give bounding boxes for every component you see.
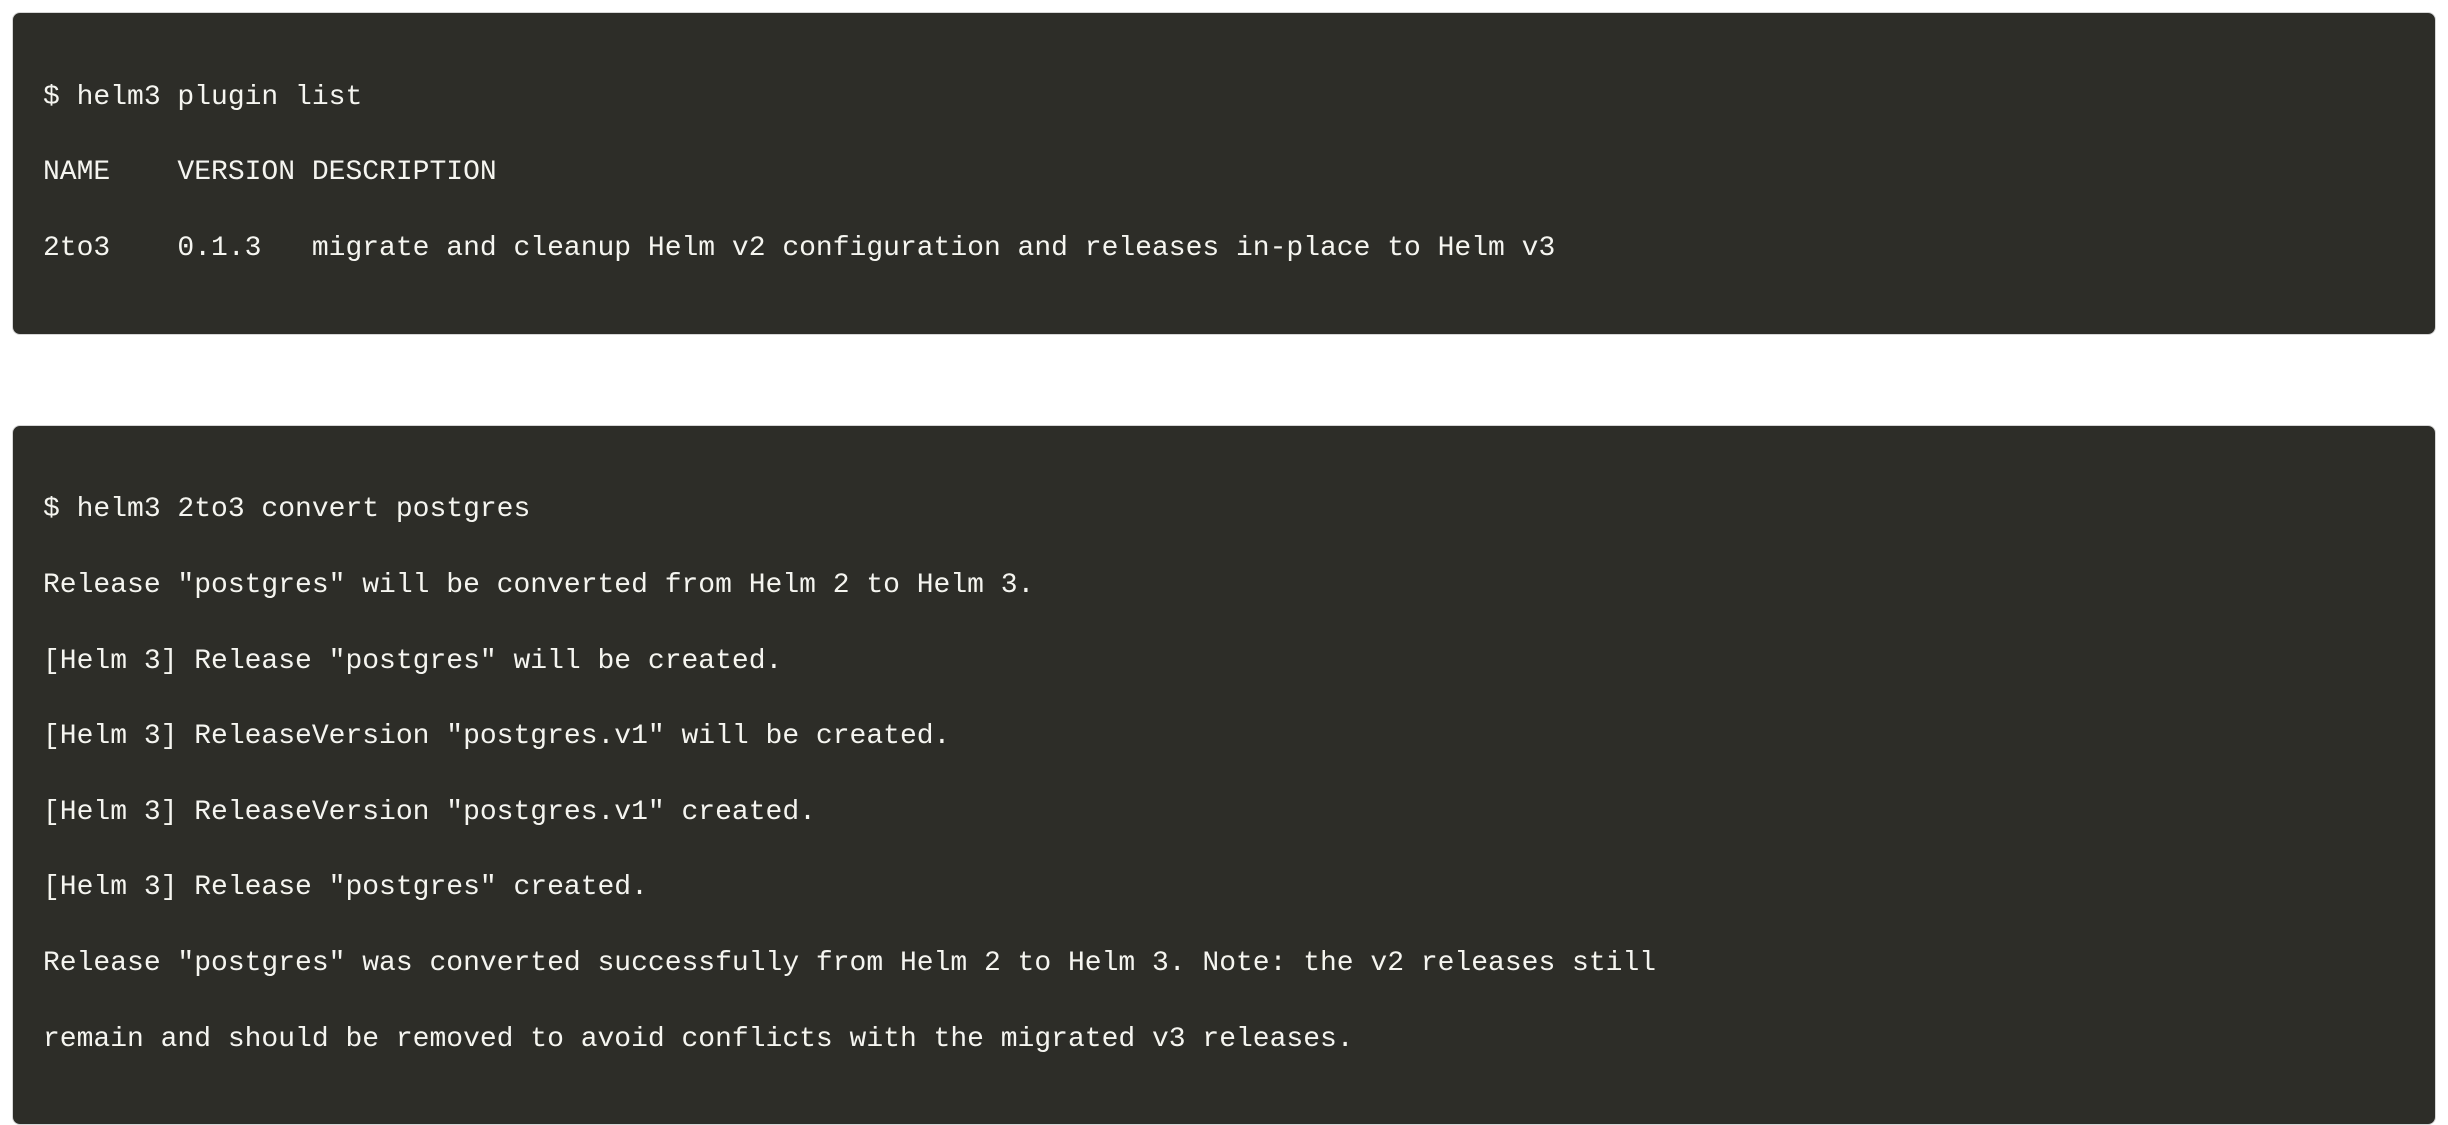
terminal-command: $ helm3 2to3 convert postgres bbox=[43, 491, 2405, 529]
terminal-output-row: 2to3 0.1.3 migrate and cleanup Helm v2 c… bbox=[43, 230, 2405, 268]
terminal-output-line: [Helm 3] ReleaseVersion "postgres.v1" cr… bbox=[43, 794, 2405, 832]
terminal-output-line: [Helm 3] Release "postgres" will be crea… bbox=[43, 643, 2405, 681]
terminal-command: $ helm3 plugin list bbox=[43, 79, 2405, 117]
terminal-output-line: remain and should be removed to avoid co… bbox=[43, 1021, 2405, 1059]
terminal-output-line: Release "postgres" will be converted fro… bbox=[43, 567, 2405, 605]
terminal-header: NAME VERSION DESCRIPTION bbox=[43, 154, 2405, 192]
terminal-output-line: [Helm 3] ReleaseVersion "postgres.v1" wi… bbox=[43, 718, 2405, 756]
terminal-output-line: Release "postgres" was converted success… bbox=[43, 945, 2405, 983]
terminal-block-plugin-list: $ helm3 plugin list NAME VERSION DESCRIP… bbox=[12, 12, 2436, 335]
terminal-output-line: [Helm 3] Release "postgres" created. bbox=[43, 869, 2405, 907]
terminal-block-convert: $ helm3 2to3 convert postgres Release "p… bbox=[12, 425, 2436, 1125]
